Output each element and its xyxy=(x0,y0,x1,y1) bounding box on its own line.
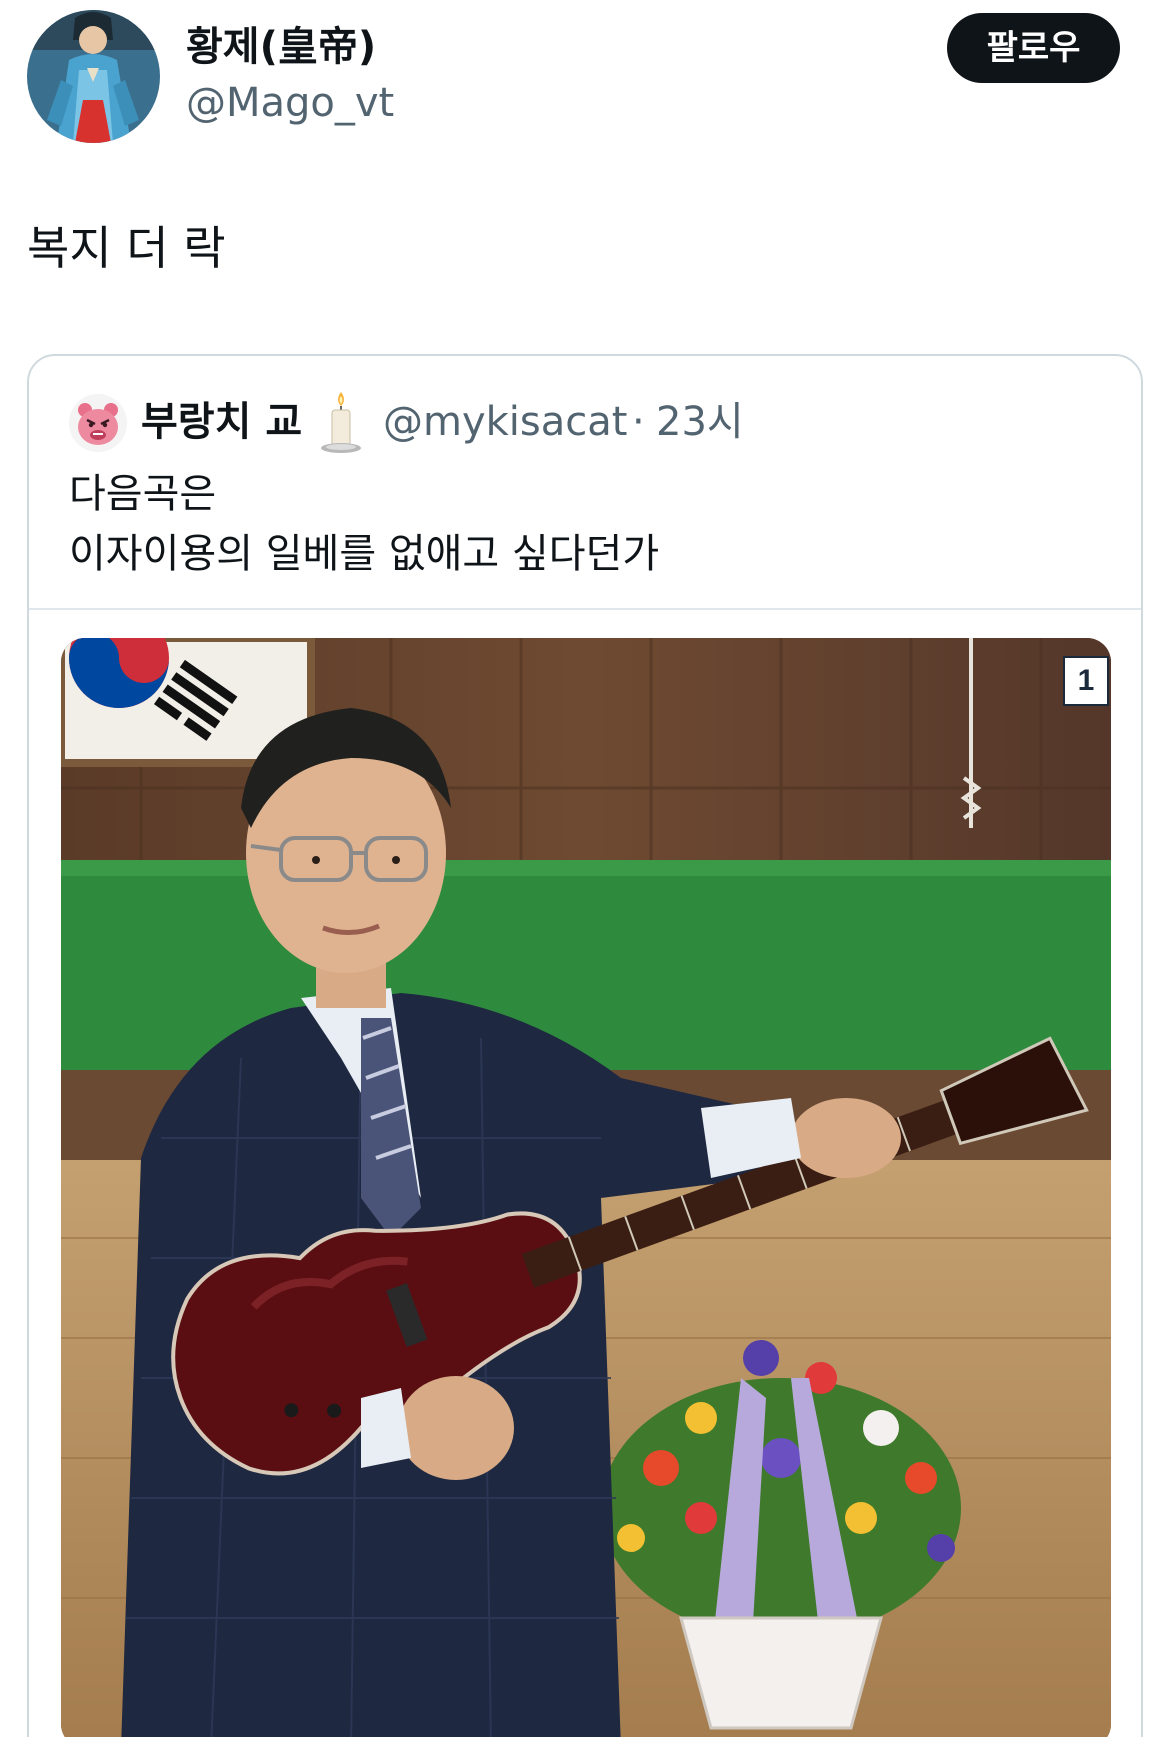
quoted-author-avatar[interactable] xyxy=(69,394,127,452)
quoted-tweet-card[interactable]: 부랑치 교 @mykisacat · 23시 다음곡은 이자이용의 일베를 없애… xyxy=(27,354,1143,1737)
quoted-tweet-time[interactable]: 23시 xyxy=(656,392,744,452)
author-display-name[interactable]: 황제(皇帝) xyxy=(186,22,376,72)
quoted-text-line: 다음곡은 xyxy=(69,471,217,517)
quoted-tweet-photo[interactable]: 1 xyxy=(61,638,1111,1737)
meta-separator: · xyxy=(632,399,645,445)
avatar-hanbok-figure-icon xyxy=(27,10,160,143)
photo-man-with-guitar-image xyxy=(61,638,1111,1737)
author-handle[interactable]: @Mago_vt xyxy=(186,78,394,128)
follow-button[interactable]: 팔로우 xyxy=(947,13,1120,83)
quoted-author-handle[interactable]: @mykisacat xyxy=(383,392,627,452)
divider xyxy=(29,608,1141,610)
quoted-tweet-text: 다음곡은 이자이용의 일베를 없애고 싶다던가 xyxy=(69,464,659,584)
quoted-text-line: 이자이용의 일베를 없애고 싶다던가 xyxy=(69,531,660,577)
quoted-author-display-name[interactable]: 부랑치 교 xyxy=(141,392,302,452)
tweet-page: 황제(皇帝) @Mago_vt 팔로우 복지 더 락 부랑치 교 @mykisa… xyxy=(0,0,1170,1737)
candle-icon xyxy=(321,392,361,453)
photo-number-badge: 1 xyxy=(1063,656,1109,706)
tweet-text: 복지 더 락 xyxy=(27,221,226,275)
angry-pink-bear-icon xyxy=(69,394,127,452)
author-avatar[interactable] xyxy=(27,10,160,143)
